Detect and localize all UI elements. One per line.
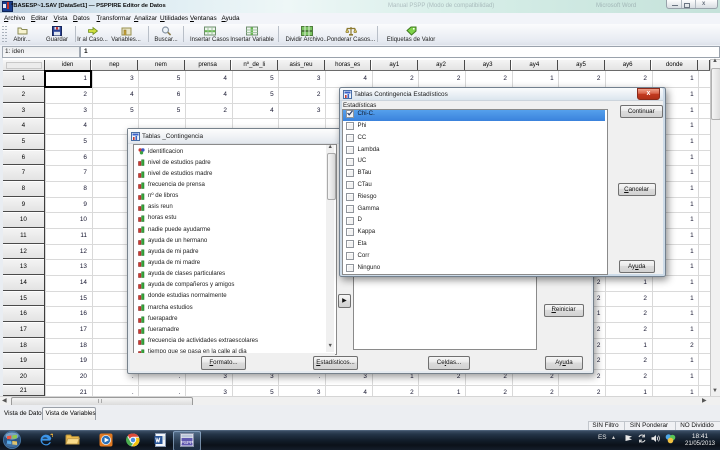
svg-text:PSPP: PSPP — [181, 440, 193, 445]
